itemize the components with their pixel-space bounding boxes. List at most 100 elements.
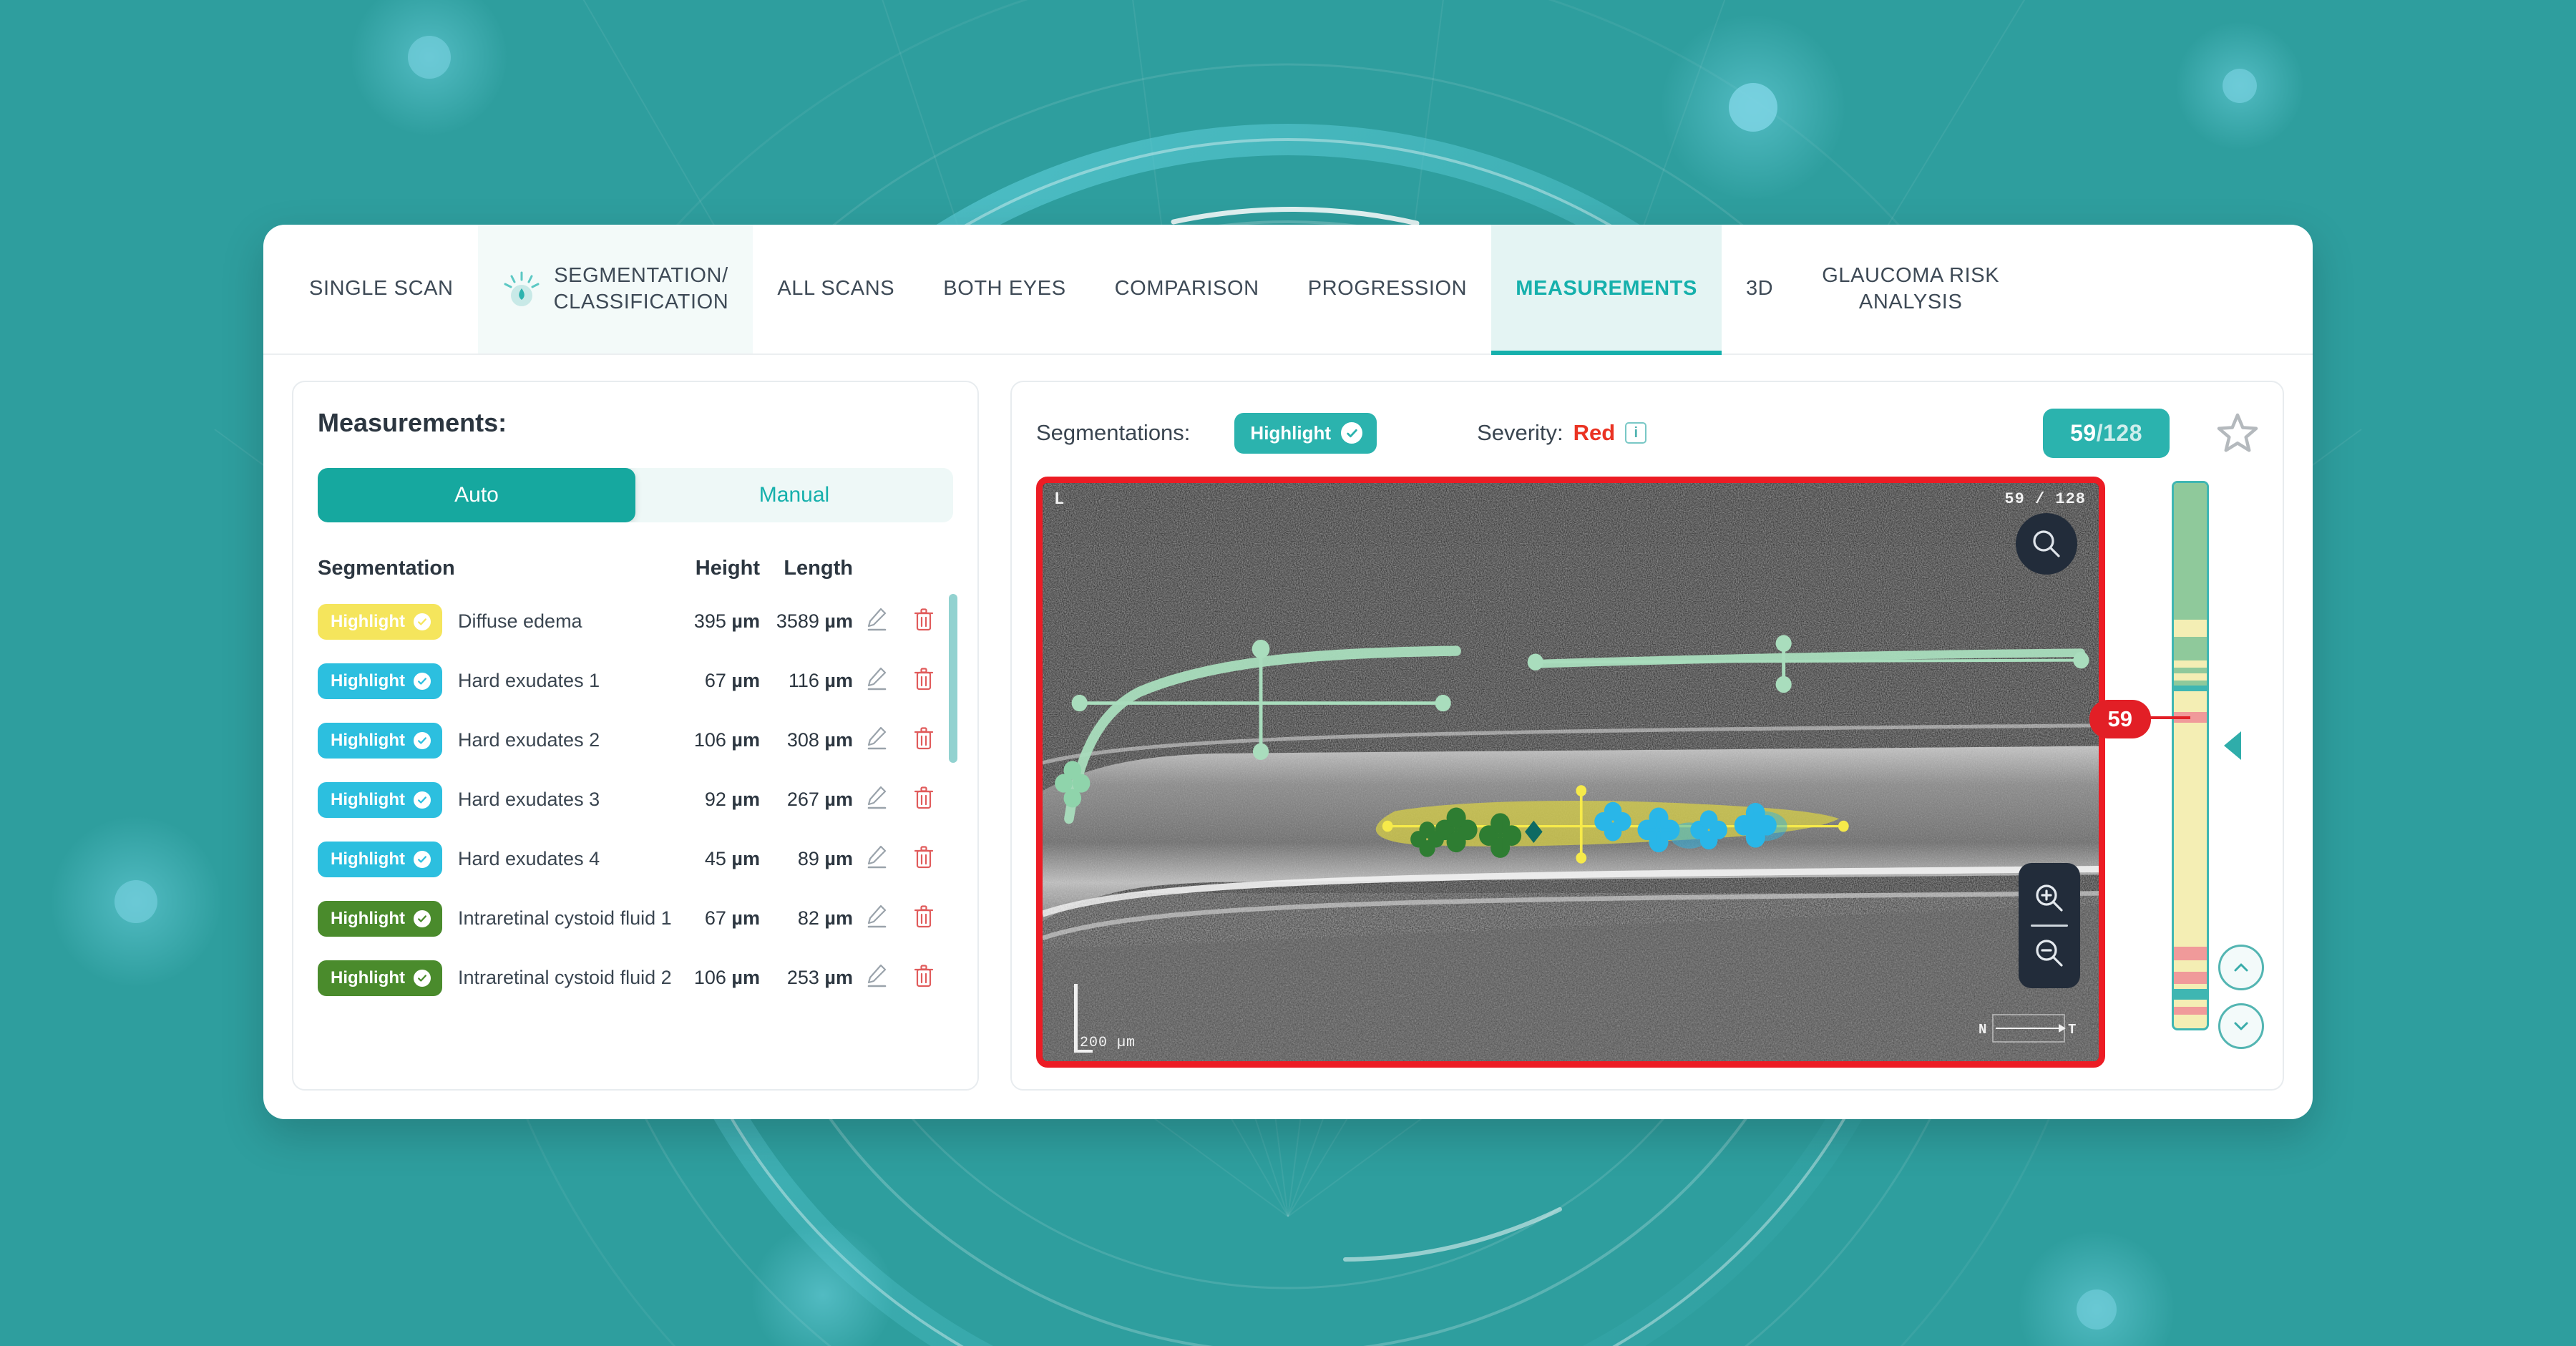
oct-scan-image xyxy=(1043,483,2099,1061)
severity-current-caret-icon xyxy=(2224,731,2241,760)
delete-cell xyxy=(900,904,947,933)
table-row: Highlight Intraretinal cystoid fluid 2 1… xyxy=(318,948,953,1008)
table-row: Highlight Diffuse edema 395 µm 3589 µm xyxy=(318,592,953,651)
info-icon[interactable]: i xyxy=(1625,422,1647,444)
viewer-panel: Segmentations: Highlight Severity: Red i xyxy=(1010,381,2284,1091)
segmentation-cell: Highlight Intraretinal cystoid fluid 1 xyxy=(318,900,680,937)
height-value: 106 µm xyxy=(693,729,760,751)
tab-comparison[interactable]: COMPARISON xyxy=(1091,225,1284,353)
highlight-label: Highlight xyxy=(331,849,405,869)
segmentation-cell: Highlight Hard exudates 1 xyxy=(318,663,680,699)
height-value: 106 µm xyxy=(693,967,760,988)
delete-cell xyxy=(900,666,947,696)
segmentation-name: Hard exudates 3 xyxy=(457,789,600,811)
tab-all-scans[interactable]: ALL SCANS xyxy=(753,225,919,353)
oct-scan-viewport[interactable]: L 59 / 128 200 µm N T xyxy=(1036,477,2105,1068)
trash-icon[interactable] xyxy=(900,785,947,811)
scan-counter-badge[interactable]: 59/128 xyxy=(2043,408,2170,458)
segmentation-cell: Highlight Hard exudates 3 xyxy=(318,781,680,818)
segmentation-name: Diffuse edema xyxy=(457,610,582,633)
zoom-in-icon[interactable] xyxy=(2019,872,2080,925)
chevron-down-icon[interactable] xyxy=(2218,1003,2264,1049)
severity-band xyxy=(2174,636,2207,661)
segmentation-name: Intraretinal cystoid fluid 1 xyxy=(457,907,672,930)
severity-band xyxy=(2174,673,2207,681)
chevron-up-icon[interactable] xyxy=(2218,945,2264,990)
tab-single-scan[interactable]: SINGLE SCAN xyxy=(285,225,478,353)
tab-label: 3D xyxy=(1745,277,1774,301)
trash-icon[interactable] xyxy=(900,963,947,989)
severity-strip[interactable] xyxy=(2172,481,2209,1030)
tab-label: GLAUCOMA RISK ANALYSIS xyxy=(1822,263,2000,313)
length-value: 116 µm xyxy=(788,670,853,691)
tab-measurements[interactable]: MEASUREMENTS xyxy=(1491,225,1722,355)
trash-icon[interactable] xyxy=(900,607,947,633)
length-value: 253 µm xyxy=(786,967,853,988)
edit-cell xyxy=(853,785,900,814)
highlight-toggle[interactable]: Highlight xyxy=(318,960,442,996)
tab-label: SINGLE SCAN xyxy=(309,277,454,301)
viewer-toolbar: Segmentations: Highlight Severity: Red i xyxy=(1036,405,2258,461)
severity-band xyxy=(2174,989,2207,1000)
length-value: 89 µm xyxy=(797,848,853,869)
zoom-out-icon[interactable] xyxy=(2019,927,2080,980)
trash-icon[interactable] xyxy=(900,844,947,870)
trash-icon[interactable] xyxy=(900,666,947,692)
search-icon[interactable] xyxy=(2016,513,2077,575)
measurements-panel: Measurements: Auto Manual Segmentation H… xyxy=(292,381,979,1091)
tab-segmentation-classification[interactable]: SEGMENTATION/ CLASSIFICATION xyxy=(477,225,753,353)
pencil-icon[interactable] xyxy=(853,963,900,989)
mode-auto-button[interactable]: Auto xyxy=(318,468,635,522)
segmentation-table: Segmentation Height Length Highlight Dif… xyxy=(318,557,957,1068)
pencil-icon[interactable] xyxy=(853,666,900,692)
trash-icon[interactable] xyxy=(900,904,947,930)
segmentation-list-scrollbar[interactable] xyxy=(949,594,957,763)
pencil-icon[interactable] xyxy=(853,844,900,870)
pencil-icon[interactable] xyxy=(853,904,900,930)
severity-marker-badge[interactable]: 59 xyxy=(2089,700,2151,738)
highlight-toggle[interactable]: Highlight xyxy=(318,603,442,640)
highlight-label: Highlight xyxy=(331,670,405,691)
highlight-toggle[interactable]: Highlight xyxy=(318,781,442,818)
length-value: 82 µm xyxy=(797,907,853,929)
severity-strip-panel: 59 xyxy=(2089,477,2264,1068)
check-icon xyxy=(413,613,431,630)
height-value: 395 µm xyxy=(693,610,760,632)
segmentation-cell: Highlight Hard exudates 4 xyxy=(318,841,680,877)
severity-band xyxy=(2174,668,2207,673)
column-header-length: Length xyxy=(784,557,853,580)
tab-glaucoma-risk-analysis[interactable]: GLAUCOMA RISK ANALYSIS xyxy=(1797,225,2024,353)
highlight-toggle[interactable]: Highlight xyxy=(318,663,442,699)
check-icon xyxy=(413,731,431,749)
pencil-icon[interactable] xyxy=(853,726,900,751)
measurements-title: Measurements: xyxy=(318,408,507,437)
tab-3d[interactable]: 3D xyxy=(1722,225,1797,353)
segmentations-highlight-badge[interactable]: Highlight xyxy=(1234,412,1377,454)
delete-cell xyxy=(900,607,947,636)
tab-both-eyes[interactable]: BOTH EYES xyxy=(919,225,1090,353)
edit-cell xyxy=(853,726,900,755)
pencil-icon[interactable] xyxy=(853,785,900,811)
trash-icon[interactable] xyxy=(900,726,947,751)
measurement-mode-toggle: Auto Manual xyxy=(318,468,953,522)
highlight-toggle[interactable]: Highlight xyxy=(318,900,442,937)
tab-label: BOTH EYES xyxy=(943,277,1066,301)
tab-progression[interactable]: PROGRESSION xyxy=(1284,225,1492,353)
check-icon xyxy=(413,850,431,868)
height-value: 67 µm xyxy=(704,670,760,691)
segmentation-cell: Highlight Intraretinal cystoid fluid 2 xyxy=(318,960,680,996)
app-body: Measurements: Auto Manual Segmentation H… xyxy=(263,355,2313,1119)
favorite-star-icon[interactable] xyxy=(2217,412,2258,454)
highlight-toggle[interactable]: Highlight xyxy=(318,841,442,877)
tab-label: SEGMENTATION/ CLASSIFICATION xyxy=(553,263,729,313)
severity-band xyxy=(2174,680,2207,686)
mode-manual-button[interactable]: Manual xyxy=(635,468,953,522)
highlight-toggle[interactable]: Highlight xyxy=(318,722,442,759)
scan-separator: / xyxy=(2096,419,2104,446)
check-icon xyxy=(413,672,431,690)
severity-band xyxy=(2174,721,2207,847)
segmentation-cell: Highlight Hard exudates 2 xyxy=(318,722,680,759)
column-header-segmentation: Segmentation xyxy=(318,557,455,580)
tab-label: PROGRESSION xyxy=(1307,277,1468,301)
pencil-icon[interactable] xyxy=(853,607,900,633)
